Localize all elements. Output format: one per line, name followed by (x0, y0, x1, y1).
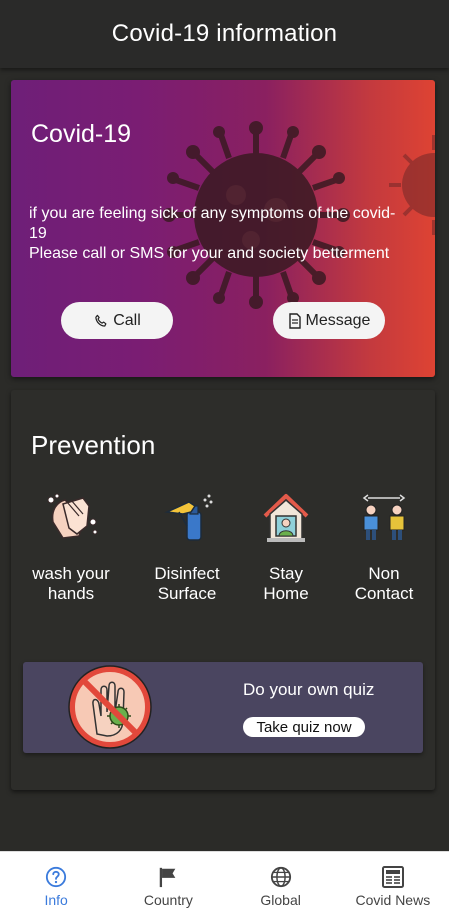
quiz-title: Do your own quiz (243, 680, 375, 699)
nav-item-global[interactable]: Global (225, 852, 337, 917)
prevention-label-line: Surface (157, 584, 217, 603)
prevention-item-non-contact: Non Contact (334, 492, 434, 604)
banner-line-1: if you are feeling sick of any symptoms … (29, 205, 396, 242)
help-circle-icon (46, 866, 67, 888)
nav-item-info[interactable]: Info (0, 852, 112, 917)
nav-item-country[interactable]: Country (112, 852, 224, 917)
nav-label-country: Country (143, 892, 193, 908)
banner-title: Covid-19 (31, 120, 132, 148)
prevention-label-line: hands (47, 584, 95, 603)
message-button-label: Message (305, 311, 371, 329)
prevention-item-wash-hands: wash your hands (21, 492, 121, 604)
prevention-label-line: Home (263, 584, 309, 603)
nav-label-info: Info (44, 892, 68, 908)
flag-icon (160, 867, 176, 888)
nav-item-news[interactable]: Covid News (337, 852, 449, 917)
globe-icon (270, 866, 291, 888)
banner-line-2: Please call or SMS for your and society … (29, 245, 390, 262)
page-title: Covid-19 information (111, 20, 338, 47)
distancing-icon (362, 494, 406, 540)
prevention-item-disinfect: Disinfect Surface (137, 492, 237, 604)
app-header: Covid-19 information (0, 0, 449, 68)
prevention-item-label: Non Contact (334, 564, 434, 604)
prevention-card: Prevention wash your hands Disinfect Sur… (11, 390, 435, 790)
no-virus-hand-icon (68, 665, 152, 749)
call-button[interactable]: Call (61, 302, 173, 339)
prevention-item-stay-home: Stay Home (236, 492, 336, 604)
stay-home-icon (263, 494, 309, 542)
prevention-item-label: Disinfect Surface (137, 564, 237, 604)
newspaper-icon (381, 866, 404, 888)
prevention-item-label: wash your hands (21, 564, 121, 604)
take-quiz-button[interactable]: Take quiz now (243, 717, 365, 737)
prevention-label-line: Disinfect (154, 564, 220, 583)
document-icon (288, 312, 301, 329)
washing-hands-icon (47, 493, 98, 539)
quiz-card[interactable]: Do your own quiz Take quiz now (23, 662, 423, 753)
message-button[interactable]: Message (273, 302, 385, 339)
prevention-title: Prevention (31, 430, 156, 460)
bottom-navigation: Info Country Global Covid News (0, 851, 449, 917)
spray-bottle-icon (164, 494, 213, 541)
covid-banner-card: Covid-19 if you are feeling sick of any … (11, 80, 435, 377)
nav-label-global: Global (260, 892, 301, 908)
prevention-label-line: Contact (354, 584, 414, 603)
call-button-label: Call (113, 311, 141, 329)
prevention-label-line: Stay (268, 564, 304, 583)
phone-icon (95, 314, 107, 327)
nav-label-news: Covid News (355, 892, 431, 908)
prevention-label-line: wash your (32, 564, 110, 583)
prevention-label-line: Non (368, 564, 400, 583)
banner-message: if you are feeling sick of any symptoms … (29, 204, 409, 264)
prevention-item-label: Stay Home (236, 564, 336, 604)
